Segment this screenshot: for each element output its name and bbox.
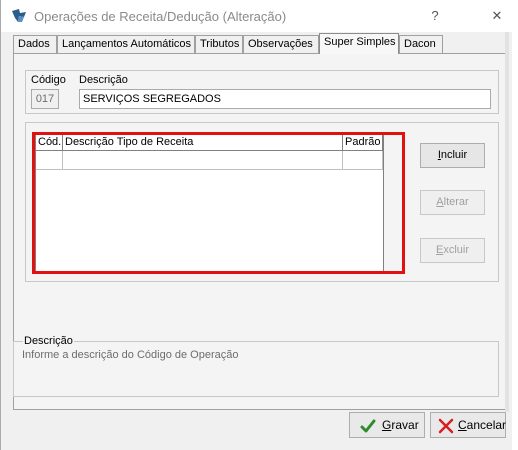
cancelar-label: ancelar [466,418,507,432]
descricao-label: Descrição [79,74,128,86]
app-icon [12,9,26,22]
alterar-hotkey: A [436,196,444,208]
tab-tributos[interactable]: Tributos [195,35,243,53]
help-button[interactable]: ? [421,6,449,26]
tab-dacon[interactable]: Dacon [399,35,443,53]
cancelar-text: Cancelar [458,413,506,437]
highlight-box [32,132,405,274]
title-bar: Operações de Receita/Dedução (Alteração)… [1,0,513,32]
codigo-label: Código [31,74,66,86]
cancelar-hotkey: C [458,418,467,432]
help-legend: Descrição [23,335,74,347]
gravar-button[interactable]: Gravar [349,412,425,438]
codigo-field: 017 [31,89,59,109]
app-window: Operações de Receita/Dedução (Alteração)… [0,0,513,450]
checkmark-icon [360,419,376,433]
help-text: Informe a descrição do Código de Operaçã… [22,349,239,361]
cancel-x-icon [438,418,454,434]
gravar-text: Gravar [382,413,419,437]
incluir-label: ncluir [440,149,468,161]
excluir-label: xcluir [443,244,469,256]
incluir-button[interactable]: Incluir [420,143,485,168]
alterar-button[interactable]: Alterar [420,190,485,215]
descricao-input[interactable]: SERVIÇOS SEGREGADOS [79,89,491,109]
alterar-label: lterar [443,196,469,208]
tab-observacoes[interactable]: Observações [243,35,319,53]
tab-lancamentos-automaticos[interactable]: Lançamentos Automáticos [57,35,195,53]
close-button[interactable]: ✕ [483,6,511,26]
excluir-button[interactable]: Excluir [420,238,485,263]
tab-strip: Dados Lançamentos Automáticos Tributos O… [13,33,513,54]
window-edge [512,0,518,450]
side-strip [505,32,509,412]
gravar-label: ravar [391,418,419,432]
cancelar-button[interactable]: Cancelar [430,412,506,438]
gravar-hotkey: G [382,418,392,432]
tab-super-simples[interactable]: Super Simples [319,33,399,54]
tab-dados[interactable]: Dados [13,35,57,53]
window-title: Operações de Receita/Dedução (Alteração) [34,9,287,24]
